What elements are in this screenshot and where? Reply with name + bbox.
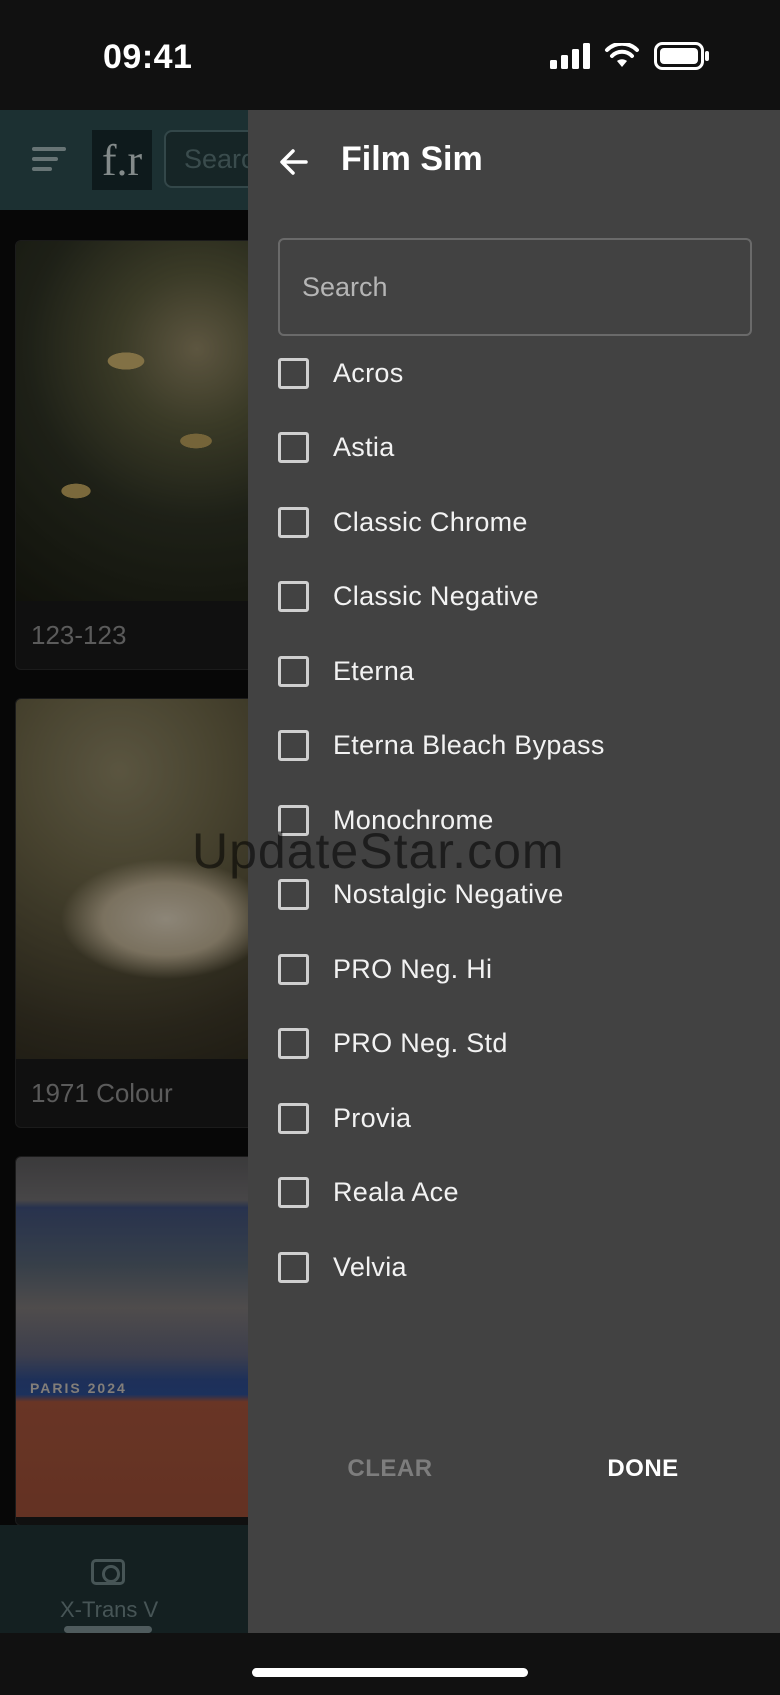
option-label: Classic Negative bbox=[333, 581, 539, 612]
checkbox[interactable] bbox=[278, 506, 309, 538]
checkbox[interactable] bbox=[278, 1028, 309, 1060]
home-area bbox=[0, 1633, 780, 1695]
checkbox[interactable] bbox=[278, 1102, 309, 1134]
option-label: Provia bbox=[333, 1102, 412, 1133]
filter-drawer: Film Sim Acros Astia Classic Chrome Classic… bbox=[248, 110, 780, 1633]
filter-option[interactable]: Classic Negative bbox=[278, 560, 752, 635]
status-time: 09:41 bbox=[103, 38, 193, 76]
status-bar: 09:41 bbox=[0, 0, 780, 110]
checkbox[interactable] bbox=[278, 1177, 309, 1209]
filter-option[interactable]: Velvia bbox=[278, 1230, 752, 1305]
battery-icon bbox=[654, 42, 709, 70]
checkbox[interactable] bbox=[278, 804, 309, 836]
drawer-title: Film Sim bbox=[341, 140, 483, 178]
filter-option[interactable]: PRO Neg. Std bbox=[278, 1007, 752, 1082]
clear-button[interactable]: CLEAR bbox=[320, 1455, 460, 1483]
home-indicator[interactable] bbox=[252, 1668, 528, 1677]
done-button[interactable]: DONE bbox=[578, 1455, 708, 1483]
checkbox[interactable] bbox=[278, 1251, 309, 1283]
filter-option[interactable]: Nostalgic Negative bbox=[278, 858, 752, 933]
checkbox[interactable] bbox=[278, 432, 309, 464]
option-label: Astia bbox=[333, 432, 395, 463]
option-label: PRO Neg. Hi bbox=[333, 953, 493, 984]
checkbox[interactable] bbox=[278, 730, 309, 762]
checkbox[interactable] bbox=[278, 953, 309, 985]
option-label: Eterna Bleach Bypass bbox=[333, 730, 605, 761]
filter-option[interactable]: Eterna bbox=[278, 634, 752, 709]
film-sim-options: Acros Astia Classic Chrome Classic Negative… bbox=[278, 336, 752, 1305]
option-label: Monochrome bbox=[333, 804, 494, 835]
search-input[interactable] bbox=[278, 238, 752, 336]
filter-option[interactable]: Monochrome bbox=[278, 783, 752, 858]
checkbox[interactable] bbox=[278, 357, 309, 389]
option-label: Eterna bbox=[333, 655, 415, 686]
option-label: Velvia bbox=[333, 1251, 407, 1282]
status-icons bbox=[550, 40, 710, 72]
filter-option[interactable]: PRO Neg. Hi bbox=[278, 932, 752, 1007]
option-label: Reala Ace bbox=[333, 1177, 459, 1208]
filter-option[interactable]: Astia bbox=[278, 411, 752, 486]
option-label: PRO Neg. Std bbox=[333, 1028, 508, 1059]
option-label: Acros bbox=[333, 357, 404, 388]
option-label: Classic Chrome bbox=[333, 506, 528, 537]
back-arrow-icon[interactable] bbox=[278, 146, 310, 178]
checkbox[interactable] bbox=[278, 655, 309, 687]
filter-option[interactable]: Acros bbox=[278, 336, 752, 411]
cellular-signal-icon bbox=[550, 43, 590, 69]
filter-option[interactable]: Eterna Bleach Bypass bbox=[278, 709, 752, 784]
filter-option[interactable]: Classic Chrome bbox=[278, 485, 752, 560]
filter-option[interactable]: Provia bbox=[278, 1081, 752, 1156]
checkbox[interactable] bbox=[278, 581, 309, 613]
option-label: Nostalgic Negative bbox=[333, 879, 564, 910]
filter-option[interactable]: Reala Ace bbox=[278, 1156, 752, 1231]
drawer-scrim[interactable] bbox=[0, 110, 248, 1633]
wifi-icon bbox=[605, 43, 639, 67]
checkbox[interactable] bbox=[278, 879, 309, 911]
